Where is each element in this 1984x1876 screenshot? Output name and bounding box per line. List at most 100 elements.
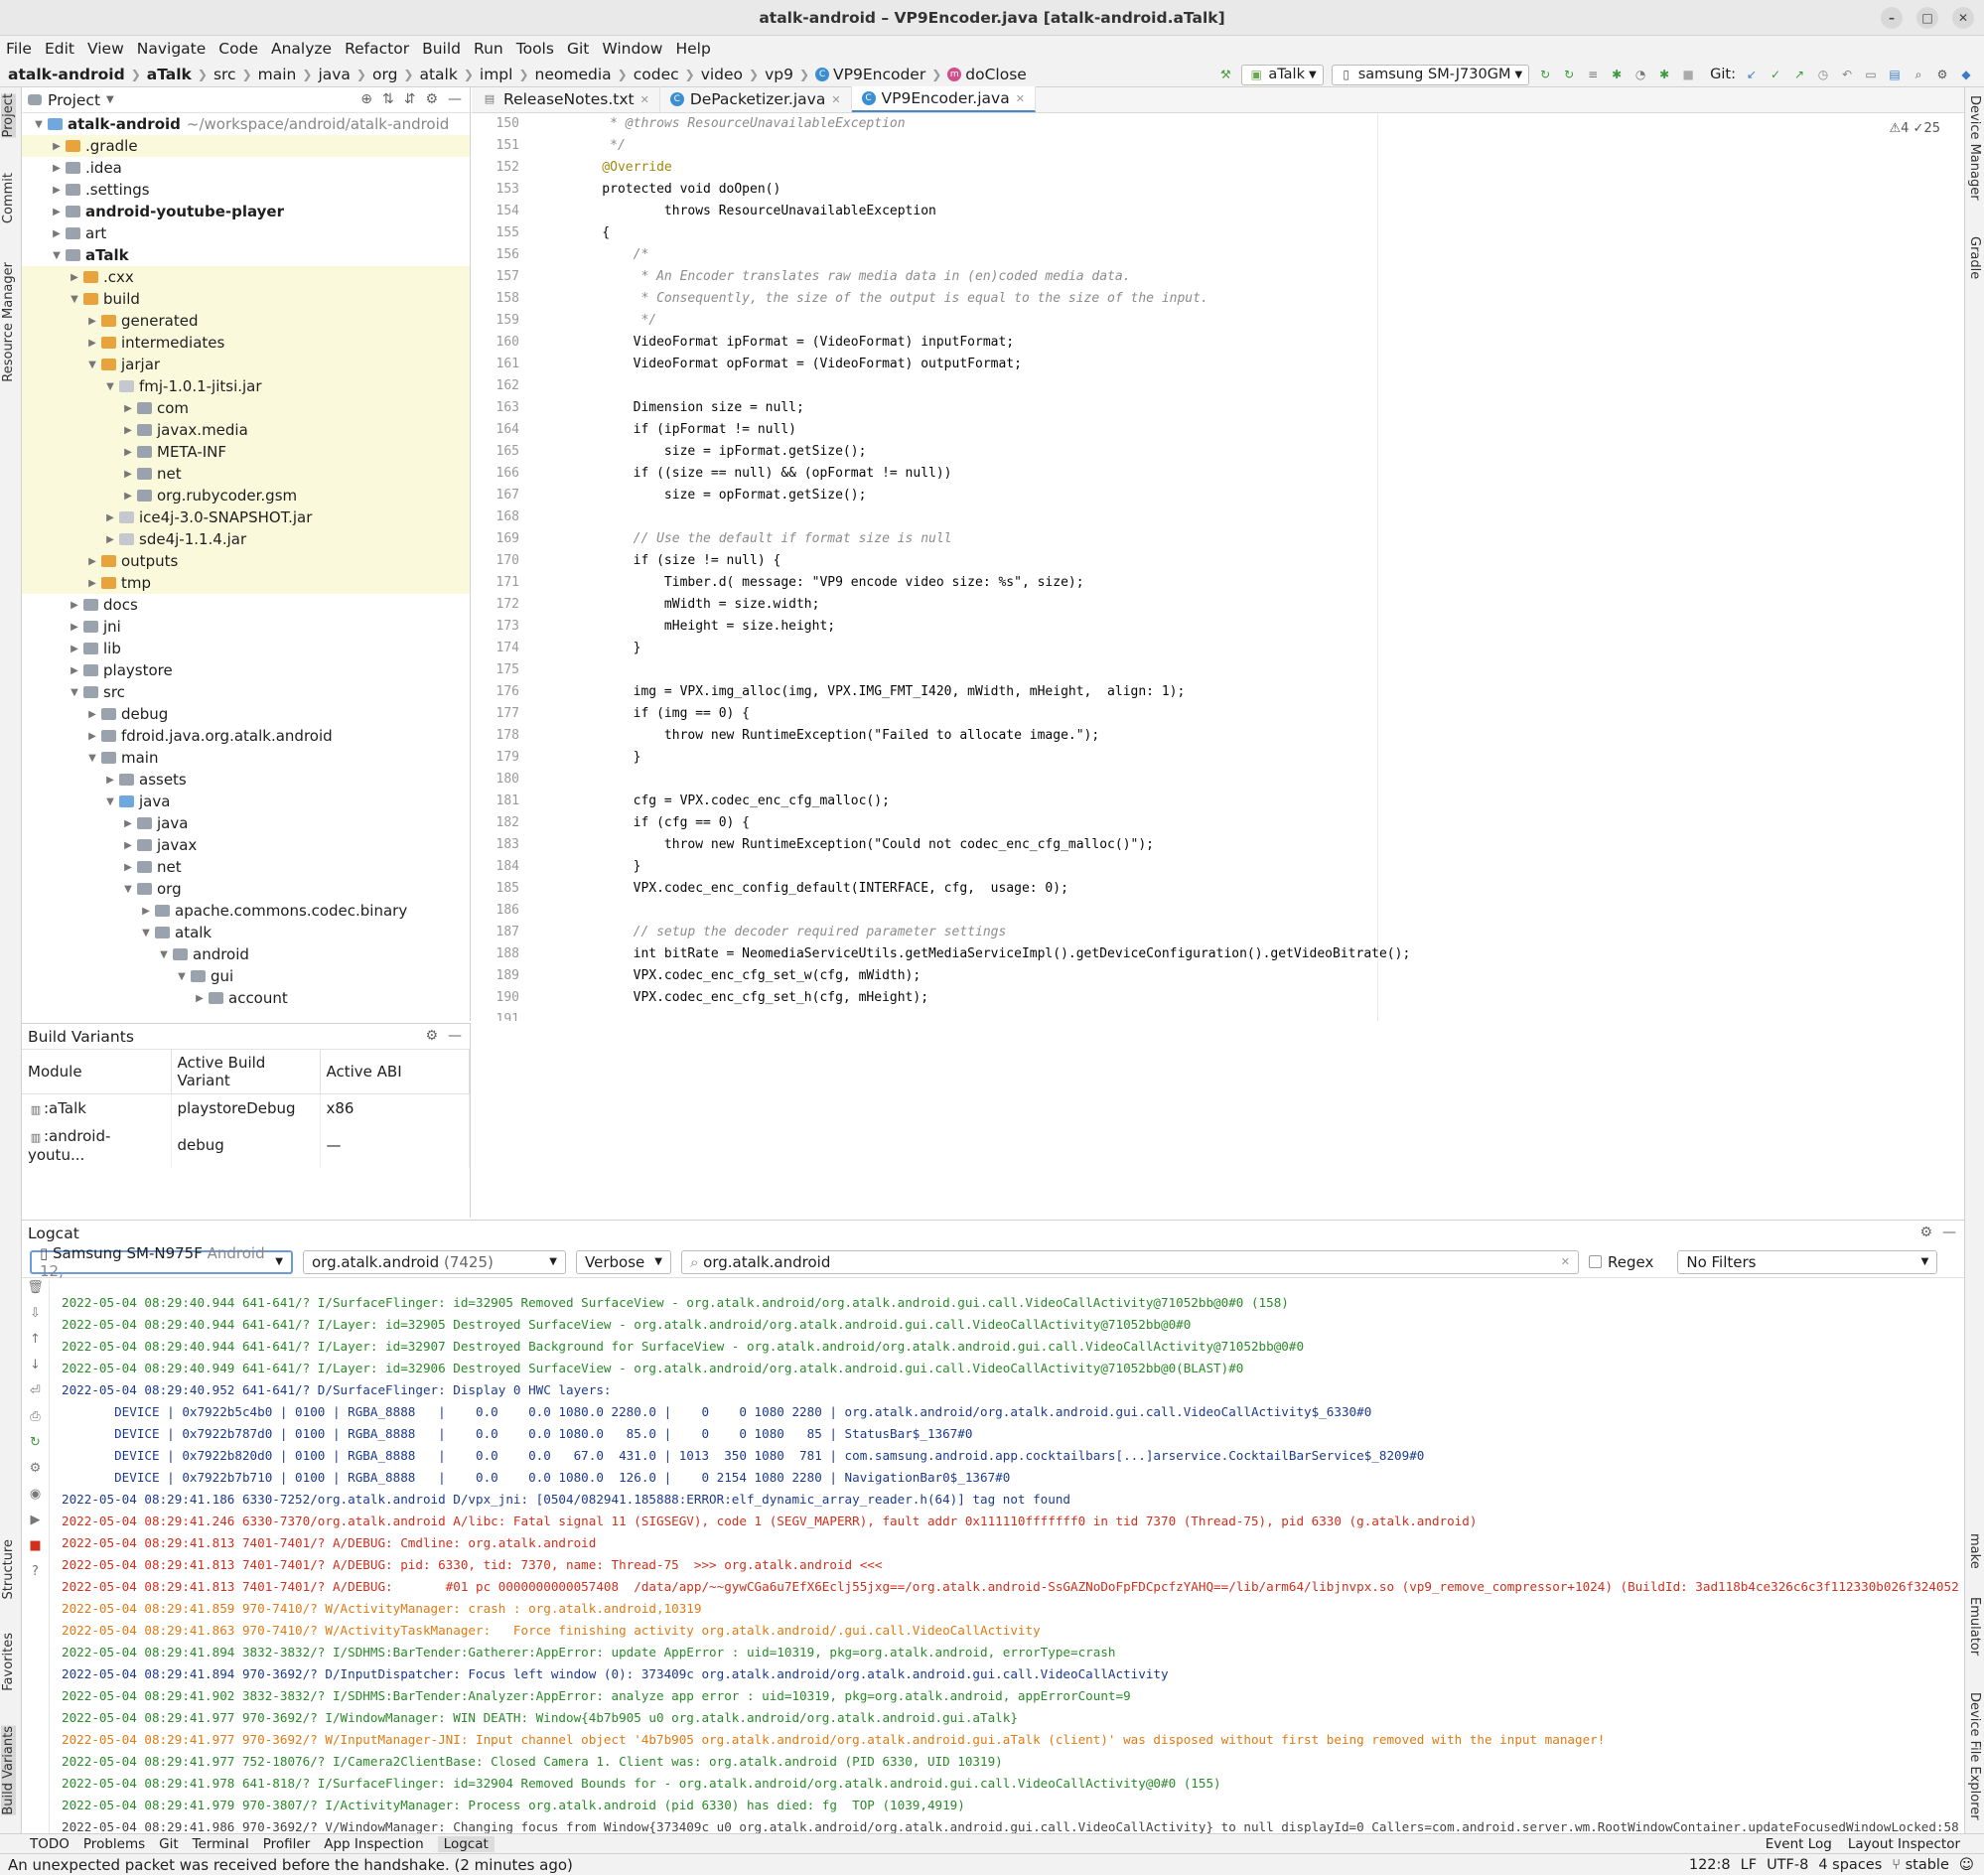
hide-icon[interactable]: — [448,91,462,107]
tree-item[interactable]: ▶ outputs [22,550,470,572]
breadcrumb-item[interactable]: org [372,66,397,83]
menu-tools[interactable]: Tools [516,40,554,58]
minimize-icon[interactable]: – [1881,7,1903,29]
clear-icon[interactable]: ✕ [1561,1255,1570,1268]
chevron-right-icon[interactable]: ▶ [68,644,81,654]
menu-code[interactable]: Code [218,40,258,58]
filter-select[interactable]: No Filters ▼ [1677,1249,1938,1274]
tool-tab-gradle[interactable]: Gradle [1967,236,1982,279]
gear-icon[interactable]: ⚙ [22,1461,49,1487]
chevron-right-icon[interactable]: ▶ [50,207,64,217]
chevron-right-icon[interactable]: ▶ [68,622,81,633]
tool-tab-device-manager[interactable]: Device Manager [1967,95,1982,201]
camera-icon[interactable]: ◉ [22,1487,49,1513]
tool-tab-event-log[interactable]: Event Log [1766,1836,1832,1852]
stop-icon[interactable]: ■ [1680,67,1696,82]
maximize-icon[interactable]: □ [1916,7,1938,29]
chevron-down-icon[interactable]: ▼ [121,884,135,895]
code-line[interactable]: VPX.codec_enc_config_default(INTERFACE, … [571,878,1842,900]
log-line[interactable]: 2022-05-04 08:29:41.813 7401-7401/? A/DE… [62,1576,1958,1598]
file-encoding[interactable]: UTF-8 [1767,1857,1808,1873]
tool-tab-profiler[interactable]: Profiler [263,1836,311,1852]
chevron-right-icon[interactable]: ▶ [68,665,81,676]
logo-icon[interactable]: ◆ [1958,67,1974,82]
tree-item[interactable]: ▼ gui [22,965,470,987]
tool-tab-logcat[interactable]: Logcat [437,1835,495,1852]
breadcrumb-item[interactable]: src [213,66,236,83]
git-push-icon[interactable]: ↗ [1791,67,1807,82]
abi-cell[interactable]: — [320,1122,470,1168]
chevron-right-icon[interactable]: ▶ [85,578,99,589]
close-tab-icon[interactable]: ✕ [1016,92,1025,105]
caret-position[interactable]: 122:8 [1689,1857,1731,1873]
code-line[interactable]: if ((size == null) && (opFormat != null)… [571,463,1842,485]
tree-item[interactable]: ▶ javax.media [22,419,470,441]
chevron-right-icon[interactable]: ▶ [50,185,64,196]
coverage-icon[interactable]: ≡ [1585,67,1601,82]
tree-item[interactable]: ▶ .gradle [22,135,470,157]
tool-tab-commit[interactable]: Commit [1,173,16,223]
tool-tab-make[interactable]: make [1967,1533,1982,1569]
code-line[interactable]: VideoFormat ipFormat = (VideoFormat) inp… [571,332,1842,354]
menu-help[interactable]: Help [675,40,710,58]
run-config-select[interactable]: ▣ aTalk ▼ [1241,64,1324,85]
chevron-right-icon[interactable]: ▶ [85,556,99,567]
breadcrumb-item[interactable]: atalk [419,66,457,83]
stop-icon[interactable]: ■ [22,1538,49,1564]
tool-tab-git[interactable]: Git [159,1836,179,1852]
git-commit-icon[interactable]: ✓ [1768,67,1783,82]
code-line[interactable]: */ [571,135,1842,157]
log-line[interactable]: 2022-05-04 08:29:40.944 641-641/? I/Surf… [62,1292,1958,1314]
breadcrumb-item[interactable]: aTalk [147,66,192,83]
chevron-right-icon[interactable]: ▶ [121,491,135,502]
tree-item[interactable]: ▶ playstore [22,659,470,681]
log-line[interactable]: 2022-05-04 08:29:41.246 6330-7370/org.at… [62,1511,1958,1532]
log-line[interactable]: 2022-05-04 08:29:41.186 6330-7252/org.at… [62,1489,1958,1511]
chevron-right-icon[interactable]: ▶ [121,425,135,436]
tree-item[interactable]: ▶ tmp [22,572,470,594]
code-line[interactable]: } [571,747,1842,769]
variant-cell[interactable]: playstoreDebug [171,1093,321,1123]
breadcrumb-item[interactable]: VP9Encoder [833,66,925,83]
tree-item[interactable]: ▼ fmj-1.0.1-jitsi.jar [22,375,470,397]
menu-run[interactable]: Run [474,40,503,58]
breadcrumb-item[interactable]: video [701,66,743,83]
code-line[interactable] [571,1009,1842,1021]
breadcrumb-item[interactable]: impl [480,66,513,83]
inspection-widget[interactable]: ⚠4 ✓25 [1890,121,1941,136]
tree-item[interactable]: ▼ main [22,747,470,769]
log-line[interactable]: DEVICE | 0x7922b7b710 | 0100 | RGBA_8888… [62,1467,1958,1489]
chevron-right-icon[interactable]: ▶ [121,862,135,873]
apply-changes-icon[interactable]: ↻ [1561,67,1577,82]
log-line[interactable]: 2022-05-04 08:29:41.813 7401-7401/? A/DE… [62,1554,1958,1576]
chevron-down-icon[interactable]: ▼ [103,796,117,807]
tree-item[interactable]: ▼ src [22,681,470,703]
chevron-right-icon[interactable]: ▶ [121,403,135,414]
line-separator[interactable]: LF [1741,1857,1757,1873]
tree-item[interactable]: ▶ jni [22,616,470,638]
menu-refactor[interactable]: Refactor [345,40,409,58]
tree-item[interactable]: ▶ .settings [22,179,470,201]
chevron-right-icon[interactable]: ▶ [85,709,99,720]
log-line[interactable]: 2022-05-04 08:29:41.978 641-818/? I/Surf… [62,1773,1958,1795]
tool-tab-resource-manager[interactable]: Resource Manager [1,262,16,382]
log-line[interactable]: 2022-05-04 08:29:40.949 641-641/? I/Laye… [62,1358,1958,1379]
log-line[interactable]: 2022-05-04 08:29:41.894 3832-3832/? I/SD… [62,1642,1958,1663]
chevron-right-icon[interactable]: ▶ [68,272,81,283]
code-line[interactable]: if (cfg == 0) { [571,812,1842,834]
tree-item[interactable]: ▶ docs [22,594,470,616]
chevron-right-icon[interactable]: ▶ [85,731,99,742]
code-line[interactable]: mHeight = size.height; [571,616,1842,638]
help-icon[interactable]: ? [22,1564,49,1590]
record-icon[interactable]: ▶ [22,1513,49,1538]
code-line[interactable]: Dimension size = null; [571,397,1842,419]
code-line[interactable]: } [571,856,1842,878]
project-panel-title[interactable]: Project [48,91,100,109]
tree-item[interactable]: ▶ .cxx [22,266,470,288]
log-line[interactable]: 2022-05-04 08:29:41.977 970-3692/? W/Inp… [62,1729,1958,1751]
code-line[interactable]: mWidth = size.width; [571,594,1842,616]
restart-icon[interactable]: ↻ [22,1435,49,1461]
breadcrumb-item[interactable]: codec [634,66,679,83]
breadcrumb-item[interactable]: main [258,66,297,83]
regex-checkbox[interactable]: Regex [1589,1253,1653,1271]
